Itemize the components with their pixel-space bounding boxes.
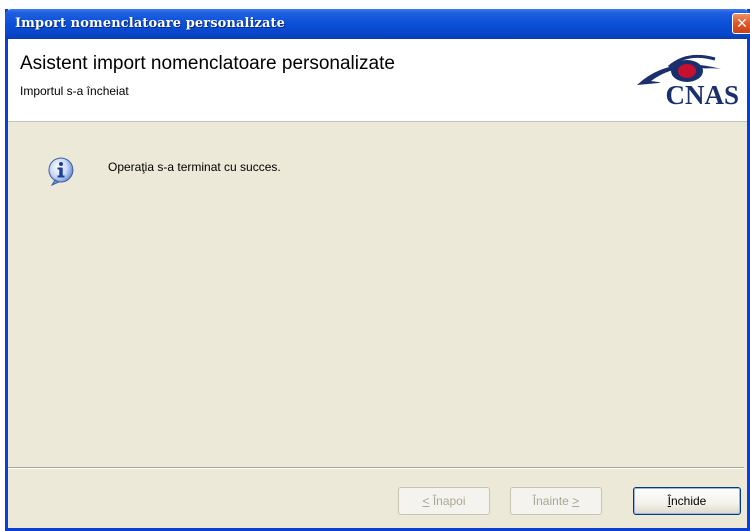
back-button-label: Înapoi	[429, 494, 466, 508]
info-icon	[46, 156, 76, 187]
wizard-title: Asistent import nomenclatoare personaliz…	[20, 53, 395, 74]
status-message: Operaţia s-a terminat cu succes.	[108, 160, 281, 174]
wizard-header: Asistent import nomenclatoare personaliz…	[8, 39, 747, 122]
back-button[interactable]: < Înapoi	[398, 487, 490, 515]
next-button-mnemonic: >	[572, 494, 580, 508]
logo-text: CNAS	[665, 80, 739, 110]
window-close-button[interactable]: ✕	[732, 13, 750, 34]
footer-divider	[8, 467, 744, 469]
close-button-label: nchide	[670, 494, 707, 508]
window-title: Import nomenclatoare personalizate	[15, 16, 286, 31]
close-button[interactable]: Închide	[633, 487, 741, 515]
cnas-logo: CNAS	[629, 51, 739, 113]
wizard-content: Operaţia s-a terminat cu succes.	[8, 122, 747, 467]
next-button[interactable]: Înainte >	[510, 487, 602, 515]
title-bar[interactable]: Import nomenclatoare personalizate ✕	[5, 9, 750, 39]
next-button-label: Înainte	[532, 494, 573, 508]
wizard-subtitle: Importul s-a încheiat	[20, 84, 129, 98]
